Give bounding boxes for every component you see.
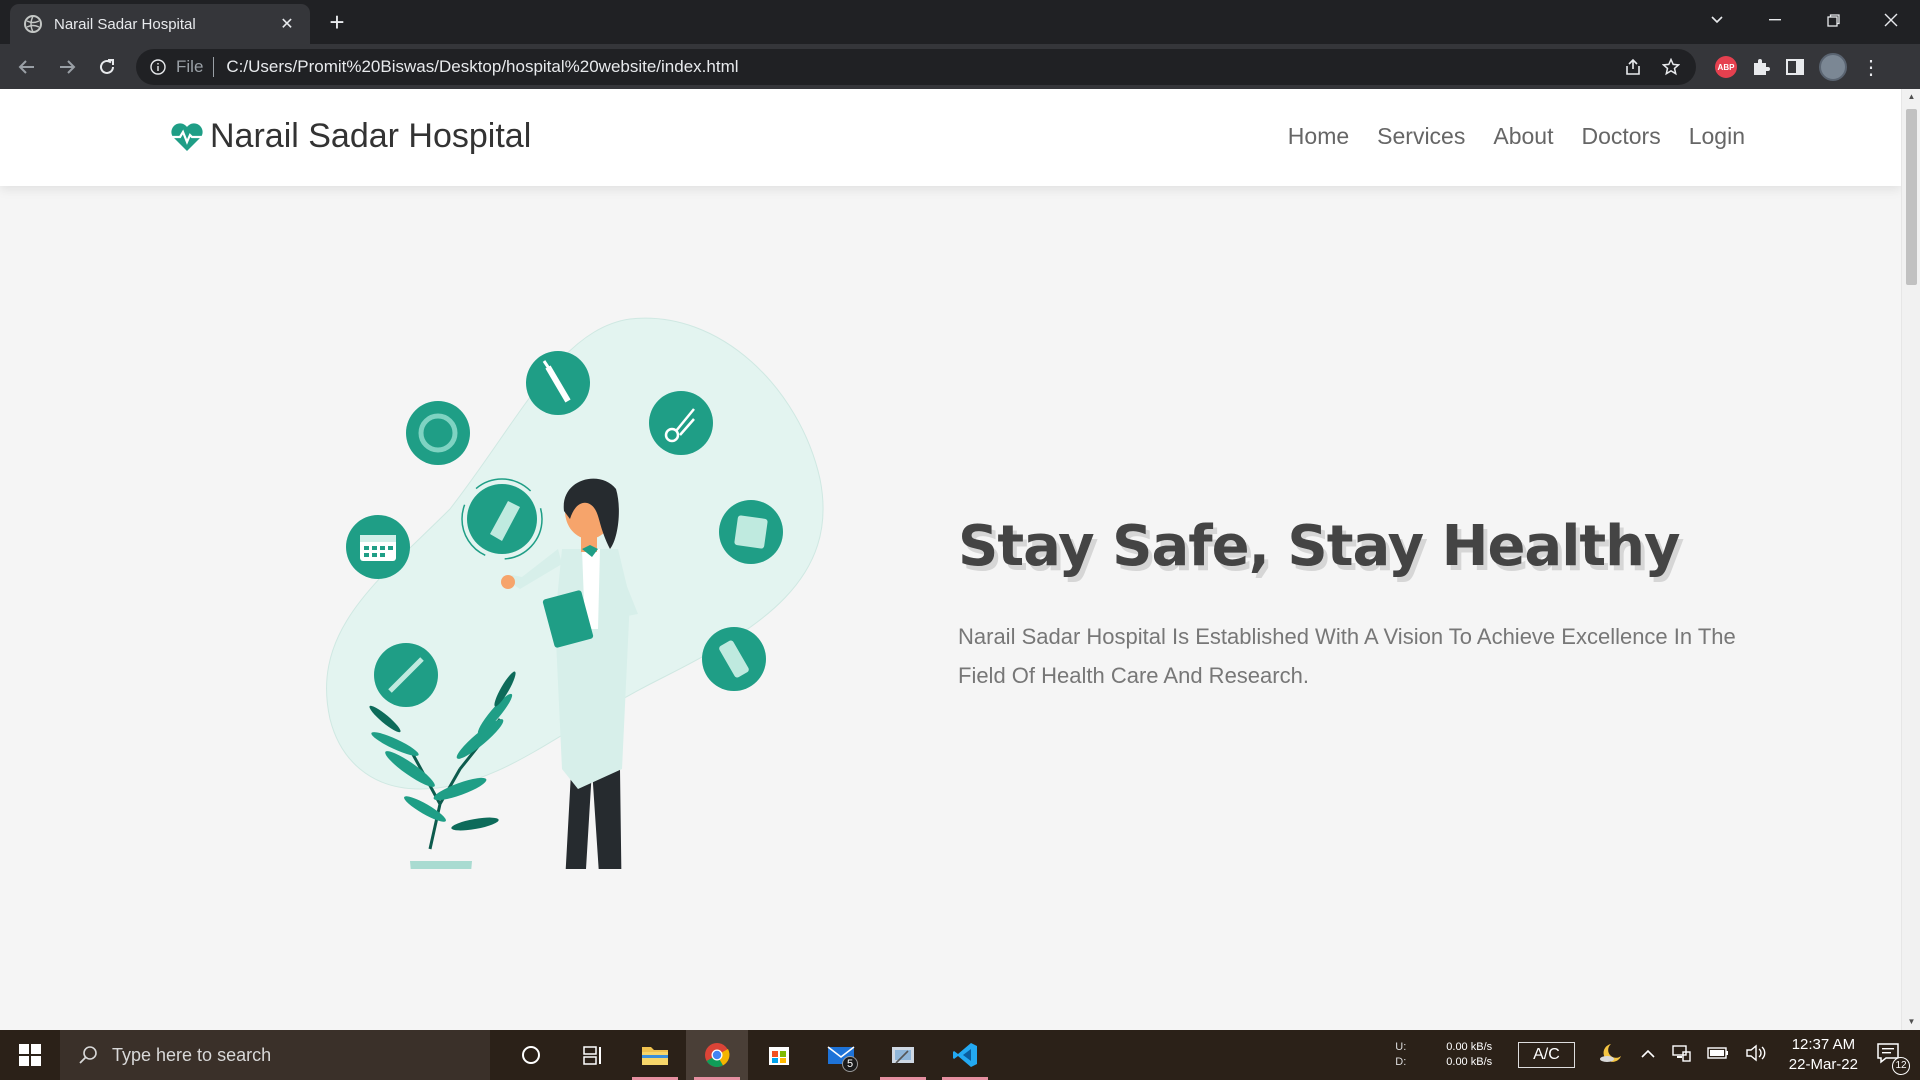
main-nav: Home Services About Doctors Login [1288, 123, 1745, 150]
system-tray: U: D: 0.00 kB/s 0.00 kB/s A/C 12:37 AM 2… [1395, 1030, 1920, 1080]
heartbeat-icon [171, 122, 203, 151]
bookmark-star-icon[interactable] [1662, 58, 1680, 76]
window-controls [1688, 0, 1920, 40]
download-label: D: [1395, 1056, 1407, 1068]
snipping-tool-icon[interactable] [872, 1030, 934, 1080]
tab-search-icon[interactable] [1688, 0, 1746, 40]
chrome-icon[interactable] [686, 1030, 748, 1080]
forward-icon[interactable] [52, 52, 82, 82]
scroll-up-icon[interactable]: ▲ [1906, 92, 1917, 102]
adblock-extension-icon[interactable]: ABP [1715, 56, 1737, 78]
calendar-icon [346, 515, 410, 579]
network-speed-meter: U: D: 0.00 kB/s 0.00 kB/s [1395, 1040, 1492, 1070]
mail-badge: 5 [842, 1056, 858, 1072]
upload-speed: 0.00 kB/s [1446, 1041, 1493, 1053]
scroll-down-icon[interactable]: ▼ [1906, 1017, 1917, 1027]
side-panel-icon[interactable] [1785, 57, 1805, 77]
doctor-illustration [326, 317, 824, 869]
tab-title: Narail Sadar Hospital [54, 15, 196, 33]
upload-label: U: [1395, 1041, 1407, 1053]
search-icon [79, 1046, 97, 1064]
tablet-box-icon [719, 500, 783, 564]
mail-icon[interactable]: 5 [810, 1030, 872, 1080]
minimize-icon[interactable] [1746, 0, 1804, 40]
puzzle-extensions-icon[interactable] [1751, 57, 1771, 77]
battery-icon[interactable] [1707, 1046, 1729, 1065]
ring-icon [406, 401, 470, 465]
taskbar-apps: 5 [500, 1030, 996, 1080]
hero-title: Stay Safe, Stay Healthy [958, 514, 1681, 579]
browser-tab[interactable]: Narail Sadar Hospital ✕ [10, 4, 310, 44]
taskbar-search[interactable]: Type here to search [60, 1030, 490, 1080]
scrollbar-thumb[interactable] [1906, 109, 1917, 285]
page-viewport: Narail Sadar Hospital Home Services Abou… [0, 89, 1920, 1030]
tab-close-icon[interactable]: ✕ [278, 14, 296, 34]
browser-toolbar: File C:/Users/Promit%20Biswas/Desktop/ho… [0, 44, 1920, 89]
clock-time: 12:37 AM [1791, 1036, 1856, 1053]
clock-date: 22-Mar-22 [1788, 1056, 1858, 1073]
notification-center-icon[interactable]: 12 [1876, 1042, 1910, 1075]
network-icon[interactable] [1671, 1044, 1691, 1067]
start-button[interactable] [0, 1030, 60, 1080]
file-explorer-icon[interactable] [624, 1030, 686, 1080]
weather-moon-icon[interactable] [1599, 1042, 1625, 1069]
scalpel-icon [374, 643, 438, 707]
volume-icon[interactable] [1745, 1044, 1767, 1067]
browser-menu-icon[interactable]: ⋮ [1861, 55, 1881, 80]
chevron-up-icon[interactable] [1641, 1046, 1655, 1064]
page-scrollbar[interactable]: ▲ ▼ [1901, 89, 1920, 1030]
notification-count: 12 [1892, 1056, 1910, 1075]
windows-taskbar: Type here to search 5 U: D: 0.00 kB/s 0.… [0, 1030, 1920, 1080]
cortana-icon[interactable] [500, 1030, 562, 1080]
system-clock[interactable]: 12:37 AM 22-Mar-22 [1789, 1035, 1858, 1075]
site-logo[interactable]: Narail Sadar Hospital [170, 117, 531, 156]
scissors-icon [649, 391, 713, 455]
hero-section: Stay Safe, Stay Healthy Narail Sadar Hos… [958, 514, 1738, 695]
windows-logo-icon [19, 1044, 41, 1066]
nav-about[interactable]: About [1493, 123, 1553, 150]
search-placeholder: Type here to search [112, 1044, 272, 1065]
restore-icon[interactable] [1804, 0, 1862, 40]
close-window-icon[interactable] [1862, 0, 1920, 40]
url-scheme: File [176, 57, 204, 76]
site-header: Narail Sadar Hospital Home Services Abou… [0, 89, 1901, 186]
share-icon[interactable] [1624, 58, 1642, 76]
syringe-icon [526, 351, 590, 415]
vscode-icon[interactable] [934, 1030, 996, 1080]
pills-strip-icon [702, 627, 766, 691]
download-speed: 0.00 kB/s [1446, 1056, 1493, 1068]
url-text[interactable]: C:/Users/Promit%20Biswas/Desktop/hospita… [226, 57, 738, 77]
address-bar-actions [1624, 49, 1696, 85]
nav-login[interactable]: Login [1689, 123, 1745, 150]
extensions-area: ABP ⋮ [1715, 52, 1881, 82]
new-tab-button[interactable]: + [322, 8, 352, 38]
battery-ac-indicator[interactable]: A/C [1518, 1042, 1575, 1068]
globe-icon [24, 15, 42, 33]
browser-tab-bar: Narail Sadar Hospital ✕ + [0, 0, 1920, 44]
nav-services[interactable]: Services [1377, 123, 1465, 150]
reload-icon[interactable] [92, 52, 122, 82]
nav-home[interactable]: Home [1288, 123, 1349, 150]
address-bar[interactable]: File C:/Users/Promit%20Biswas/Desktop/ho… [136, 49, 1696, 85]
logo-text: Narail Sadar Hospital [210, 117, 532, 155]
microsoft-store-icon[interactable] [748, 1030, 810, 1080]
info-icon[interactable] [150, 59, 166, 75]
nav-doctors[interactable]: Doctors [1581, 123, 1660, 150]
task-view-icon[interactable] [562, 1030, 624, 1080]
back-icon[interactable] [12, 52, 42, 82]
hero-description: Narail Sadar Hospital Is Established Wit… [958, 624, 1736, 688]
profile-avatar[interactable] [1819, 53, 1847, 81]
url-separator [213, 57, 215, 77]
